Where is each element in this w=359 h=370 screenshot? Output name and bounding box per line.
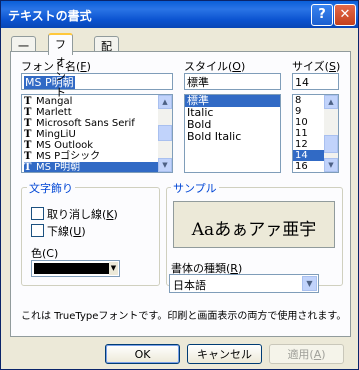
- underline-label[interactable]: 下線(U): [47, 223, 86, 239]
- truetype-icon: T: [24, 96, 32, 107]
- list-item[interactable]: 11: [293, 128, 325, 139]
- size-label: サイズ(S): [292, 58, 340, 74]
- apply-label-text: 適用(: [287, 348, 314, 361]
- scroll-thumb[interactable]: [158, 125, 172, 141]
- scroll-down-icon[interactable]: ▼: [158, 158, 172, 172]
- truetype-icon: T: [24, 107, 32, 118]
- cancel-button[interactable]: キャンセル: [187, 344, 262, 364]
- list-item-selected[interactable]: 14: [293, 150, 325, 161]
- effects-group-title: 文字飾り: [27, 180, 75, 196]
- color-swatch: [34, 263, 109, 274]
- truetype-icon: T: [24, 162, 32, 173]
- font-name-input[interactable]: MS P明朝: [21, 73, 173, 90]
- list-item[interactable]: Bold Italic: [185, 131, 280, 143]
- list-item-label: Microsoft Sans Serif: [36, 118, 135, 129]
- color-label: 色(C): [31, 247, 59, 260]
- font-format-dialog: テキストの書式 ? ✕ 一般 フォント 配置 フォント名(F) MS P明朝 T…: [0, 0, 359, 370]
- strikethrough-checkbox[interactable]: [31, 207, 44, 220]
- script-select[interactable]: 日本語 ▼: [169, 274, 319, 293]
- list-item-label: MS P明朝: [36, 162, 81, 173]
- list-item-label: MingLiU: [36, 129, 76, 140]
- dialog-title: テキストの書式: [8, 9, 92, 23]
- list-item[interactable]: T MS Pゴシック: [24, 151, 158, 162]
- strikethrough-label-text: 取り消し線(: [47, 208, 107, 221]
- truetype-icon: T: [24, 151, 32, 162]
- font-name-input-value: MS P明朝: [24, 76, 75, 89]
- font-name-list[interactable]: T Mangal T Marlett T Microsoft Sans Serif T…: [21, 94, 173, 173]
- info-text: これは TrueTypeフォントです。印刷と画面表示の両方で使用されます。: [21, 311, 347, 322]
- size-accesskey: S: [328, 60, 336, 73]
- sample-preview: Aaあぁアァ亜宇: [173, 201, 335, 248]
- scroll-down-icon[interactable]: ▼: [324, 158, 338, 172]
- size-label-text: サイズ(: [292, 60, 329, 73]
- font-name-label-text: フォント名(: [21, 60, 81, 73]
- list-item[interactable]: T MingLiU: [24, 129, 158, 140]
- list-item[interactable]: T Marlett: [24, 107, 158, 118]
- color-picker[interactable]: ▼: [31, 260, 120, 277]
- tab-font[interactable]: フォント: [48, 33, 73, 99]
- truetype-icon: T: [24, 140, 32, 151]
- style-list[interactable]: 標準 Italic Bold Bold Italic: [184, 94, 281, 173]
- sample-group-title: サンプル: [171, 180, 219, 196]
- chevron-down-icon[interactable]: ▼: [302, 276, 317, 291]
- title-bar[interactable]: テキストの書式 ? ✕: [1, 1, 358, 28]
- apply-label-end: ): [321, 348, 326, 361]
- size-list-scrollbar[interactable]: ▲ ▼: [324, 95, 338, 172]
- style-accesskey: O: [232, 60, 241, 73]
- list-item[interactable]: 8: [293, 95, 325, 106]
- list-item[interactable]: T MS Outlook: [24, 140, 158, 151]
- size-list[interactable]: 8 9 10 11 12 14 16 ▲ ▼: [292, 94, 339, 173]
- script-select-value: 日本語: [173, 279, 206, 292]
- strikethrough-label[interactable]: 取り消し線(K): [47, 206, 118, 222]
- strikethrough-label-end: ): [113, 208, 118, 221]
- list-item-label: MS Pゴシック: [36, 151, 101, 162]
- close-button[interactable]: ✕: [334, 4, 356, 26]
- list-item[interactable]: 9: [293, 106, 325, 117]
- style-label-end: ): [240, 60, 246, 73]
- help-button[interactable]: ?: [311, 4, 333, 26]
- font-list-scrollbar[interactable]: ▲ ▼: [158, 95, 172, 172]
- chevron-down-icon[interactable]: ▼: [109, 262, 118, 275]
- size-input[interactable]: 14: [292, 73, 339, 90]
- sample-text: Aaあぁアァ亜宇: [191, 220, 317, 240]
- strikethrough-accesskey: K: [106, 208, 114, 221]
- font-name-label-end: ): [86, 60, 91, 73]
- style-label: スタイル(O): [184, 58, 245, 74]
- underline-checkbox[interactable]: [31, 224, 44, 237]
- list-item[interactable]: T Mangal: [24, 96, 158, 107]
- list-item[interactable]: 10: [293, 117, 325, 128]
- list-item-selected[interactable]: T MS P明朝: [24, 162, 158, 173]
- size-label-end: ): [335, 60, 341, 73]
- list-item[interactable]: 16: [293, 161, 325, 172]
- underline-label-text: 下線(: [47, 225, 74, 238]
- scroll-thumb[interactable]: [324, 135, 338, 153]
- list-item[interactable]: 12: [293, 139, 325, 150]
- underline-label-end: ): [81, 225, 86, 238]
- style-input[interactable]: 標準: [184, 73, 281, 90]
- list-item[interactable]: T Microsoft Sans Serif: [24, 118, 158, 129]
- apply-button[interactable]: 適用(A): [269, 344, 344, 364]
- truetype-icon: T: [24, 118, 32, 129]
- scroll-up-icon[interactable]: ▲: [158, 95, 172, 109]
- list-item-label: MS Outlook: [36, 140, 94, 151]
- ok-button[interactable]: OK: [105, 344, 180, 364]
- style-label-text: スタイル(: [184, 60, 233, 73]
- scroll-up-icon[interactable]: ▲: [324, 95, 338, 109]
- list-item-label: Marlett: [36, 107, 72, 118]
- truetype-icon: T: [24, 129, 32, 140]
